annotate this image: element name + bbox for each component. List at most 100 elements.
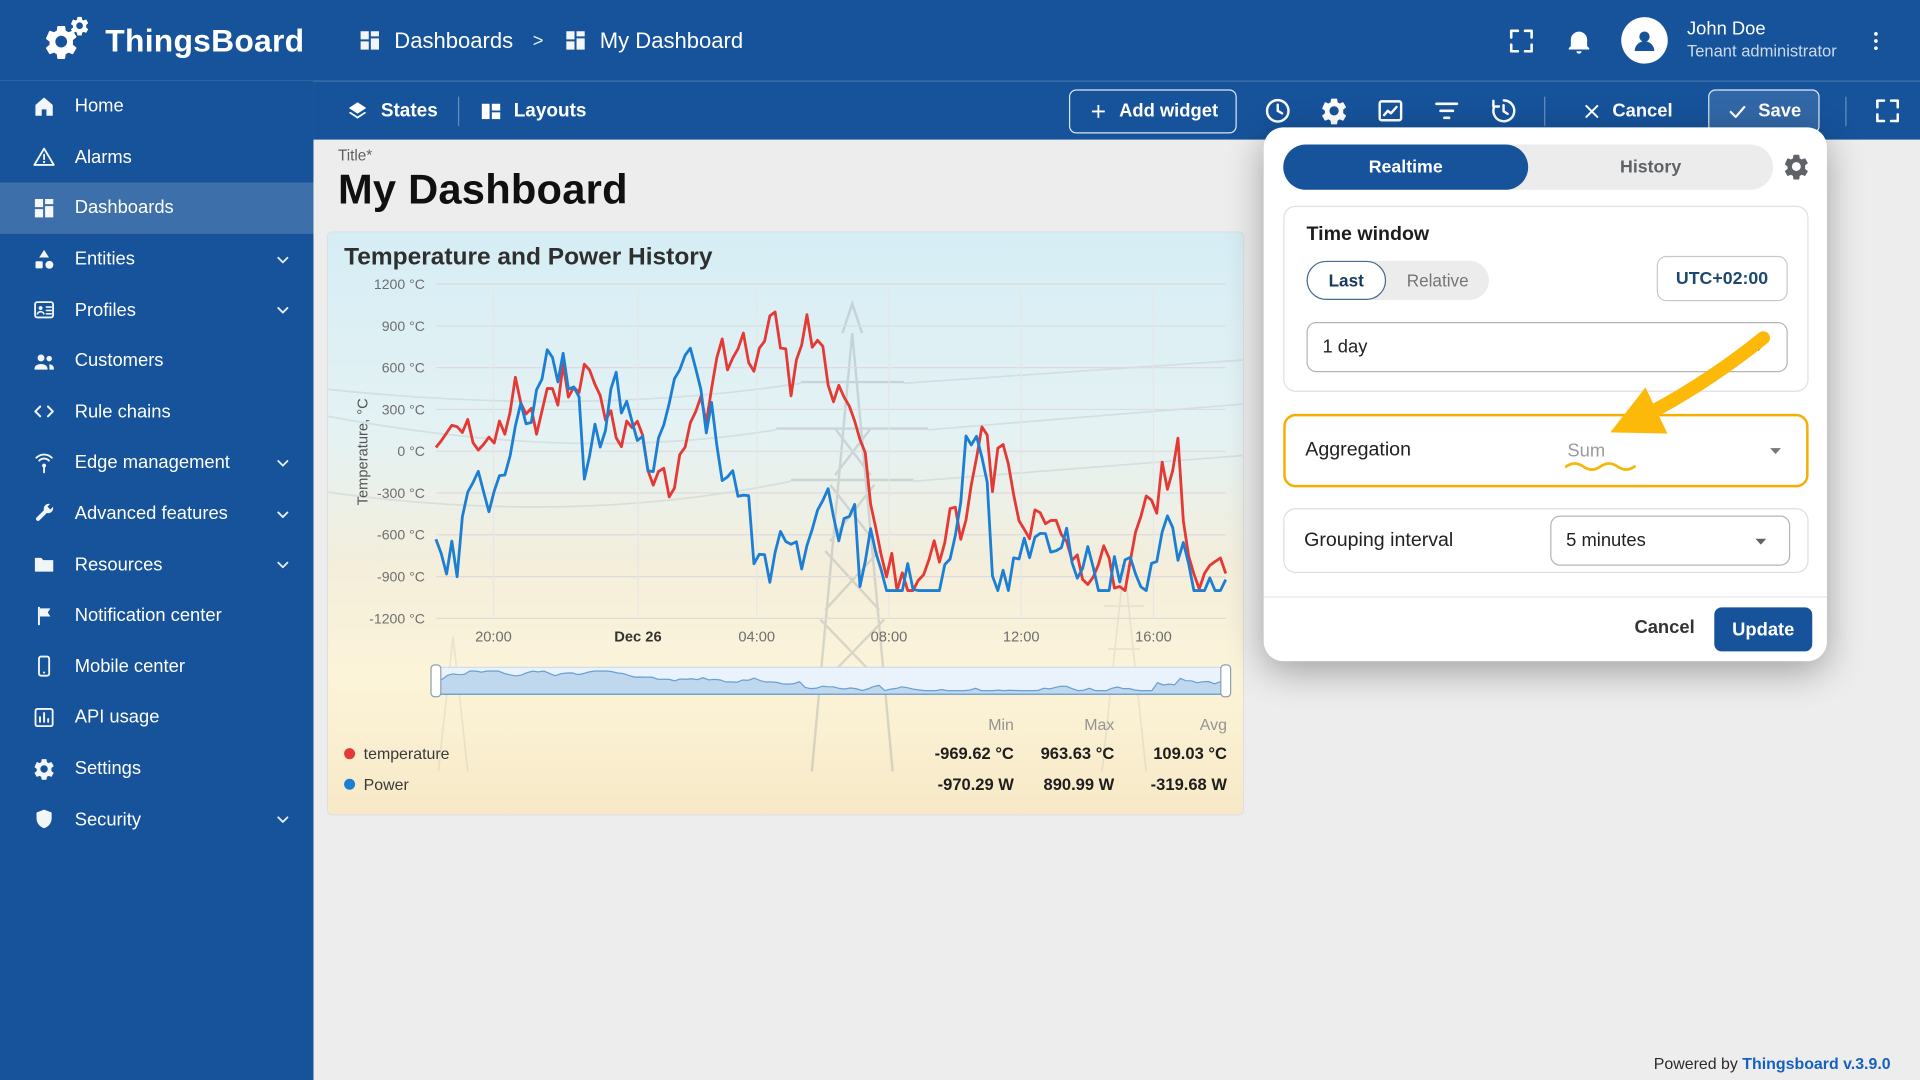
resources-icon — [32, 552, 56, 576]
legend-series-toggle[interactable]: temperature — [344, 744, 913, 762]
series-color-dot — [344, 779, 355, 790]
sidebar-item-security[interactable]: Security — [0, 794, 313, 845]
notification-icon — [32, 603, 56, 627]
sidebar-item-label: API usage — [75, 707, 160, 728]
title-field-label: Title* — [338, 147, 628, 164]
add-widget-button[interactable]: Add widget — [1069, 89, 1237, 133]
sidebar-item-rule-chains[interactable]: Rule chains — [0, 386, 313, 437]
scrubber-handle[interactable] — [1221, 665, 1231, 697]
svg-text:1200 °C: 1200 °C — [374, 276, 425, 292]
sidebar-item-api-usage[interactable]: API usage — [0, 692, 313, 743]
dashboard-settings-icon[interactable] — [1318, 96, 1349, 127]
notifications-bell-icon[interactable] — [1563, 25, 1594, 56]
sidebar-item-edge-management[interactable]: Edge management — [0, 437, 313, 488]
sidebar-item-advanced-features[interactable]: Advanced features — [0, 488, 313, 539]
security-icon — [32, 807, 56, 831]
edge-icon — [32, 451, 56, 475]
chevron-down-icon — [272, 808, 294, 830]
grouping-interval-select[interactable]: 5 minutes — [1550, 516, 1790, 566]
time-window-section: Time window Last Relative UTC+02:00 1 da… — [1283, 206, 1808, 392]
breadcrumb-label: My Dashboard — [600, 28, 743, 54]
plus-icon — [1087, 100, 1109, 122]
breadcrumb-my-dashboard[interactable]: My Dashboard — [563, 28, 743, 54]
legend-series-toggle[interactable]: Power — [344, 775, 913, 793]
sidebar-item-label: Profiles — [75, 300, 136, 321]
svg-text:08:00: 08:00 — [871, 630, 908, 646]
series-color-dot — [344, 748, 355, 759]
svg-text:-900 °C: -900 °C — [377, 568, 425, 584]
time-window-tabs: Realtime History — [1283, 144, 1773, 189]
svg-text:20:00: 20:00 — [475, 630, 512, 646]
avatar[interactable] — [1621, 17, 1668, 64]
sidebar-item-label: Home — [75, 96, 124, 117]
grouping-interval-value: 5 minutes — [1566, 530, 1646, 551]
user-name: John Doe — [1687, 19, 1837, 42]
svg-text:-300 °C: -300 °C — [377, 485, 425, 501]
scrubber-handle[interactable] — [431, 665, 441, 697]
sidebar-item-entities[interactable]: Entities — [0, 234, 313, 285]
dashboards-icon — [358, 28, 382, 52]
fullscreen-icon[interactable] — [1872, 96, 1903, 127]
sidebar-item-notification-center[interactable]: Notification center — [0, 590, 313, 641]
time-window-settings-icon[interactable] — [1782, 152, 1811, 181]
save-dashboard-button[interactable]: Save — [1708, 89, 1819, 133]
sidebar-item-mobile-center[interactable]: Mobile center — [0, 641, 313, 692]
version-history-icon[interactable] — [1487, 96, 1518, 127]
version-link[interactable]: Thingsboard v.3.9.0 — [1742, 1054, 1890, 1072]
sidebar-item-label: Edge management — [75, 452, 230, 473]
breadcrumb: Dashboards > My Dashboard — [358, 28, 744, 54]
sidebar-item-customers[interactable]: Customers — [0, 335, 313, 386]
chevron-down-icon — [272, 299, 294, 321]
more-menu-icon[interactable] — [1864, 25, 1888, 56]
chevron-down-icon — [272, 248, 294, 270]
divider — [1845, 96, 1846, 125]
y-axis-label: Temperature, °C — [354, 366, 371, 537]
breadcrumb-separator: > — [533, 30, 544, 51]
sidebar-item-label: Resources — [75, 554, 163, 575]
breadcrumb-dashboards[interactable]: Dashboards — [358, 28, 514, 54]
sidebar-item-alarms[interactable]: Alarms — [0, 132, 313, 183]
time-window-icon[interactable] — [1262, 96, 1293, 127]
toggle-last[interactable]: Last — [1307, 261, 1386, 300]
thingsboard-logo[interactable]: ThingsBoard — [0, 15, 313, 66]
sidebar-item-label: Settings — [75, 758, 141, 779]
interval-select[interactable]: 1 day — [1307, 322, 1788, 372]
svg-text:0 °C: 0 °C — [397, 443, 425, 459]
filters-icon[interactable] — [1431, 96, 1462, 127]
layouts-button[interactable]: Layouts — [478, 99, 586, 123]
sidebar-item-label: Security — [75, 809, 141, 830]
fullscreen-icon[interactable] — [1506, 25, 1537, 56]
thingsboard-logo-icon — [42, 15, 96, 66]
sidebar-item-label: Notification center — [75, 605, 222, 626]
aggregation-value: Sum — [1567, 440, 1605, 461]
sidebar-item-dashboards[interactable]: Dashboards — [0, 183, 313, 234]
toggle-relative[interactable]: Relative — [1386, 261, 1490, 300]
gear-icon — [69, 15, 91, 37]
svg-text:300 °C: 300 °C — [382, 401, 425, 417]
sidebar-item-settings[interactable]: Settings — [0, 743, 313, 794]
entity-aliases-icon[interactable] — [1375, 96, 1406, 127]
sidebar-item-home[interactable]: Home — [0, 81, 313, 132]
popup-cancel-button[interactable]: Cancel — [1634, 617, 1694, 638]
svg-text:16:00: 16:00 — [1135, 630, 1172, 646]
update-button[interactable]: Update — [1714, 607, 1812, 651]
layout-icon — [478, 99, 502, 123]
caret-down-icon — [1762, 437, 1789, 464]
sidebar-item-resources[interactable]: Resources — [0, 539, 313, 590]
dashboards-icon — [32, 196, 56, 220]
dashboard-title-block: Title* My Dashboard — [338, 147, 628, 214]
timeseries-widget[interactable]: Temperature and Power History Temperatur… — [328, 233, 1243, 815]
tab-history[interactable]: History — [1528, 144, 1773, 189]
timezone-button[interactable]: UTC+02:00 — [1656, 256, 1787, 301]
page-title[interactable]: My Dashboard — [338, 167, 628, 215]
tab-realtime[interactable]: Realtime — [1283, 144, 1528, 189]
aggregation-select[interactable]: Sum — [1567, 437, 1789, 464]
close-icon — [1581, 100, 1603, 122]
divider — [1544, 96, 1545, 125]
grouping-interval-row: Grouping interval 5 minutes — [1283, 508, 1808, 573]
alarm-icon — [32, 145, 56, 169]
api-icon — [32, 705, 56, 729]
cancel-edit-button[interactable]: Cancel — [1571, 89, 1683, 133]
states-button[interactable]: States — [345, 99, 437, 123]
sidebar-item-profiles[interactable]: Profiles — [0, 285, 313, 336]
